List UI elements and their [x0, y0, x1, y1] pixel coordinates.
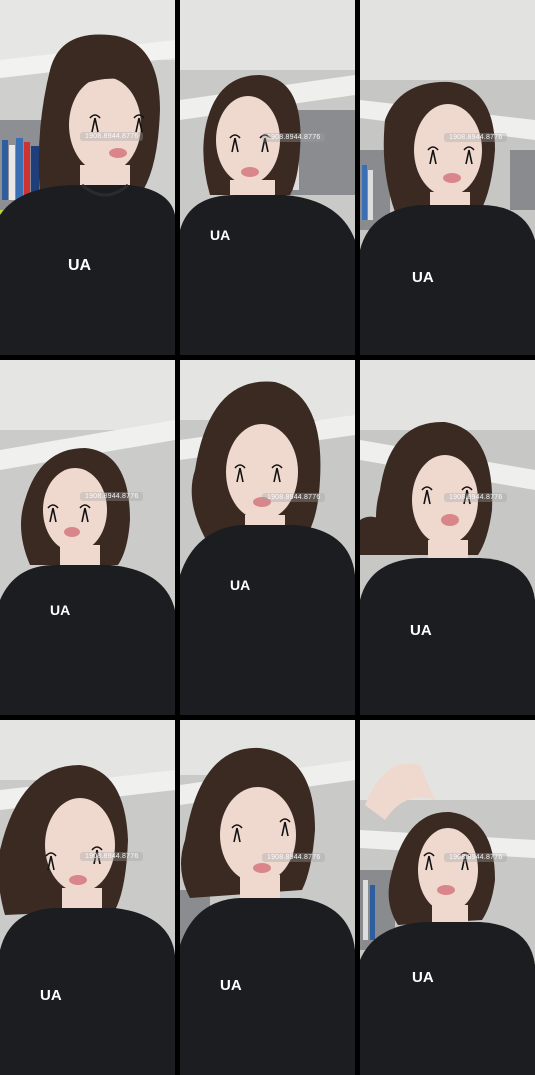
- selfie-scene-image: UA: [0, 0, 175, 355]
- watermark-text: 1908.8944.8776: [80, 132, 144, 141]
- watermark-text: 1908.8944.8776: [444, 133, 508, 142]
- svg-text:UA: UA: [410, 622, 432, 639]
- svg-text:UA: UA: [40, 987, 62, 1004]
- svg-text:UA: UA: [220, 977, 242, 994]
- photo-frame-4[interactable]: UA 1908.8944.8776: [0, 360, 175, 715]
- selfie-scene-image: UA: [180, 360, 355, 715]
- svg-text:UA: UA: [230, 577, 250, 593]
- selfie-scene-image: UA: [0, 720, 175, 1075]
- photo-frame-1[interactable]: UA 1908.8944.8776: [0, 0, 175, 355]
- svg-text:UA: UA: [68, 257, 92, 274]
- selfie-scene-image: UA: [360, 720, 535, 1075]
- svg-text:UA: UA: [412, 269, 434, 286]
- selfie-scene-image: UA: [0, 360, 175, 715]
- photo-frame-9[interactable]: UA 1908.8944.8776: [360, 720, 535, 1075]
- selfie-scene-image: UA: [180, 720, 355, 1075]
- watermark-text: 1908.8944.8776: [444, 493, 508, 502]
- svg-text:UA: UA: [50, 602, 70, 618]
- photo-frame-3[interactable]: UA 1908.8944.8776: [360, 0, 535, 355]
- photo-grid: UA 1908.8944.8776 UA 1908.8944.8776 UA 1…: [0, 0, 535, 1075]
- selfie-scene-image: UA: [180, 0, 355, 355]
- photo-frame-8[interactable]: UA 1908.8944.8776: [180, 720, 355, 1075]
- selfie-scene-image: UA: [360, 360, 535, 715]
- watermark-text: 1908.8944.8776: [262, 493, 326, 502]
- photo-frame-6[interactable]: UA 1908.8944.8776: [360, 360, 535, 715]
- svg-text:UA: UA: [210, 227, 230, 243]
- svg-text:UA: UA: [412, 969, 434, 986]
- watermark-text: 1908.8944.8776: [80, 852, 144, 861]
- watermark-text: 1908.8944.8776: [262, 133, 326, 142]
- watermark-text: 1908.8944.8776: [262, 853, 326, 862]
- watermark-text: 1908.8944.8776: [80, 492, 144, 501]
- photo-frame-7[interactable]: UA 1908.8944.8776: [0, 720, 175, 1075]
- photo-frame-2[interactable]: UA 1908.8944.8776: [180, 0, 355, 355]
- selfie-scene-image: UA: [360, 0, 535, 355]
- photo-frame-5[interactable]: UA 1908.8944.8776: [180, 360, 355, 715]
- watermark-text: 1908.8944.8776: [444, 853, 508, 862]
